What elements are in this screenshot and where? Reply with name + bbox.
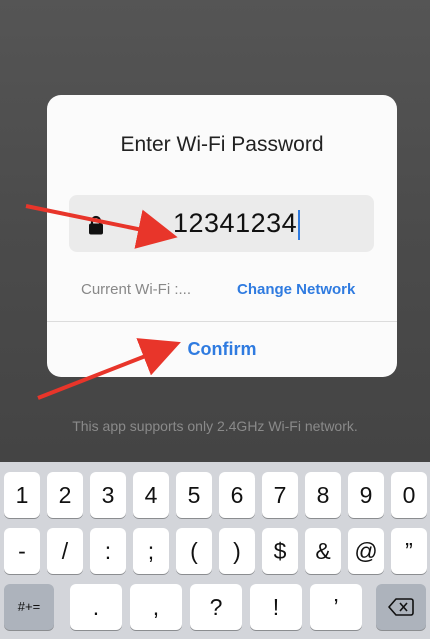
key-hyphen[interactable]: - xyxy=(4,528,40,574)
key-7[interactable]: 7 xyxy=(262,472,298,518)
key-9[interactable]: 9 xyxy=(348,472,384,518)
key-0[interactable]: 0 xyxy=(391,472,427,518)
lock-icon xyxy=(89,215,103,235)
key-at[interactable]: @ xyxy=(348,528,384,574)
key-exclamation[interactable]: ! xyxy=(250,584,302,630)
key-backspace[interactable] xyxy=(376,584,426,630)
key-quote[interactable]: ” xyxy=(391,528,427,574)
key-comma[interactable]: , xyxy=(130,584,182,630)
key-5[interactable]: 5 xyxy=(176,472,212,518)
key-4[interactable]: 4 xyxy=(133,472,169,518)
key-2[interactable]: 2 xyxy=(47,472,83,518)
current-wifi-label: Current Wi-Fi :... xyxy=(81,281,192,298)
key-more-symbols[interactable]: #+= xyxy=(4,584,54,630)
key-1[interactable]: 1 xyxy=(4,472,40,518)
key-6[interactable]: 6 xyxy=(219,472,255,518)
numeric-keyboard: 1 2 3 4 5 6 7 8 9 0 - / : ; ( ) $ & @ ” … xyxy=(0,462,430,639)
wifi-support-hint: This app supports only 2.4GHz Wi-Fi netw… xyxy=(72,418,358,434)
key-dollar[interactable]: $ xyxy=(262,528,298,574)
key-8[interactable]: 8 xyxy=(305,472,341,518)
dialog-title: Enter Wi-Fi Password xyxy=(120,133,324,156)
key-open-paren[interactable]: ( xyxy=(176,528,212,574)
confirm-button[interactable]: Confirm xyxy=(47,339,397,360)
key-period[interactable]: . xyxy=(70,584,122,630)
dialog-divider xyxy=(47,321,397,322)
key-semicolon[interactable]: ; xyxy=(133,528,169,574)
backspace-icon xyxy=(388,598,414,616)
key-slash[interactable]: / xyxy=(47,528,83,574)
key-ampersand[interactable]: & xyxy=(305,528,341,574)
key-question[interactable]: ? xyxy=(190,584,242,630)
text-caret xyxy=(298,209,301,240)
wifi-password-dialog: Enter Wi-Fi Password 12341234 Current Wi… xyxy=(47,95,397,377)
change-network-link[interactable]: Change Network xyxy=(237,281,355,298)
password-field[interactable]: 12341234 xyxy=(69,195,374,252)
password-input-value[interactable]: 12341234 xyxy=(173,208,301,240)
key-3[interactable]: 3 xyxy=(90,472,126,518)
key-apostrophe[interactable]: ’ xyxy=(310,584,362,630)
key-colon[interactable]: : xyxy=(90,528,126,574)
key-close-paren[interactable]: ) xyxy=(219,528,255,574)
